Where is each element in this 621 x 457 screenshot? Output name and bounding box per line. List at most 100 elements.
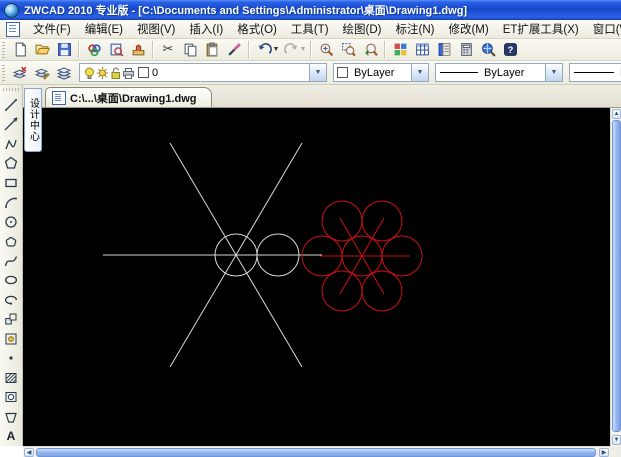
polyline-icon	[5, 139, 17, 149]
sun-thaw-icon	[96, 66, 109, 79]
help-icon: ?	[503, 43, 517, 56]
menu-view[interactable]: 视图(V)	[130, 19, 182, 39]
circle-tool-button[interactable]	[0, 212, 22, 232]
menu-modify[interactable]: 修改(M)	[441, 19, 495, 39]
zoom-realtime-button[interactable]	[315, 39, 337, 61]
toolbar-grip[interactable]	[2, 64, 5, 81]
scissors-icon: ✂	[162, 42, 174, 57]
title-bar: ZWCAD 2010 专业版 - [C:\Documents and Setti…	[0, 0, 621, 20]
line-tool-button[interactable]	[0, 95, 22, 115]
document-system-icon[interactable]	[6, 21, 20, 37]
paste-button[interactable]	[201, 39, 223, 61]
zoom-previous-button[interactable]	[359, 39, 381, 61]
ellipse-tool-button[interactable]	[0, 270, 22, 290]
document-tab[interactable]: C:\...\桌面\Drawing1.dwg	[45, 87, 212, 107]
polygon-tool-button[interactable]	[0, 153, 22, 173]
layer-combo-dropdown[interactable]: ▼	[309, 64, 326, 81]
drawing-canvas[interactable]	[23, 108, 610, 446]
copy-button[interactable]	[179, 39, 201, 61]
redo-dropdown-caret[interactable]: ▼	[299, 46, 307, 53]
scroll-right-button[interactable]: ▶	[599, 448, 609, 457]
menu-tools[interactable]: 工具(T)	[284, 19, 336, 39]
construction-line-icon	[4, 117, 18, 131]
zwcad-logo-icon[interactable]	[4, 2, 19, 18]
circle-icon	[5, 215, 17, 228]
quickcalc-button[interactable]	[455, 39, 477, 61]
toolbar-grip[interactable]	[2, 41, 5, 58]
menu-dimension[interactable]: 标注(N)	[389, 19, 442, 39]
mtext-tool-button[interactable]: A	[0, 427, 22, 447]
bulb-on-icon	[85, 67, 94, 79]
wipeout-tool-button[interactable]	[0, 407, 22, 427]
document-tab-label: C:\...\桌面\Drawing1.dwg	[70, 92, 197, 105]
toolbar-grip[interactable]	[3, 88, 19, 91]
hatch-tool-button[interactable]	[0, 368, 22, 388]
linetype-combo-dropdown[interactable]: ▼	[545, 64, 562, 81]
floppy-disk-icon	[57, 43, 71, 56]
menu-bar: 文件(F) 编辑(E) 视图(V) 插入(I) 格式(O) 工具(T) 绘图(D…	[0, 20, 621, 39]
toolbar-separator	[384, 41, 386, 58]
svg-text:?: ?	[507, 45, 513, 56]
layers-button[interactable]	[53, 62, 75, 84]
menu-insert[interactable]: 插入(I)	[182, 19, 230, 39]
menu-file[interactable]: 文件(F)	[26, 19, 78, 39]
find-button[interactable]	[477, 39, 499, 61]
preview-page-icon	[110, 43, 124, 57]
print-preview-button[interactable]	[105, 39, 127, 61]
draw-toolbar: A	[0, 85, 23, 446]
revision-cloud-tool-button[interactable]	[0, 231, 22, 251]
scroll-left-button[interactable]: ◀	[24, 448, 34, 457]
horizontal-scrollbar[interactable]: ◀ ▶	[23, 446, 610, 457]
color-combo-dropdown[interactable]: ▼	[411, 64, 428, 81]
plot-button[interactable]	[83, 39, 105, 61]
scrollbar-corner	[610, 446, 621, 457]
publish-button[interactable]	[127, 39, 149, 61]
point-tool-button[interactable]	[0, 348, 22, 368]
design-center-button[interactable]	[389, 39, 411, 61]
zoom-window-button[interactable]	[337, 39, 359, 61]
mtext-icon: A	[6, 429, 16, 444]
match-properties-button[interactable]	[223, 39, 245, 61]
properties-button[interactable]	[433, 39, 455, 61]
vertical-scrollbar[interactable]: ▲ ▼	[610, 108, 621, 446]
design-center-tab[interactable]: 设计中心	[24, 88, 42, 152]
scroll-up-button[interactable]: ▲	[612, 109, 621, 119]
arc-tool-button[interactable]	[0, 192, 22, 212]
help-button[interactable]: ?	[499, 39, 521, 61]
menu-draw[interactable]: 绘图(D)	[336, 19, 389, 39]
line-icon	[5, 98, 17, 111]
toolbar-separator	[78, 41, 80, 58]
menu-express-tools[interactable]: ET扩展工具(X)	[496, 19, 586, 39]
linetype-sample	[440, 72, 478, 73]
save-button[interactable]	[53, 39, 75, 61]
rectangle-tool-button[interactable]	[0, 173, 22, 193]
table-button[interactable]	[411, 39, 433, 61]
undo-dropdown-caret[interactable]: ▼	[272, 46, 280, 53]
new-button[interactable]	[9, 39, 31, 61]
layer-combo[interactable]: 0 ▼	[79, 63, 327, 82]
menu-format[interactable]: 格式(O)	[230, 19, 284, 39]
region-icon	[5, 392, 17, 403]
cut-button[interactable]: ✂	[157, 39, 179, 61]
make-block-tool-button[interactable]	[0, 329, 22, 349]
menu-window[interactable]: 窗口(W)	[586, 19, 621, 39]
horizontal-scroll-thumb[interactable]	[36, 448, 596, 457]
insert-block-tool-button[interactable]	[0, 309, 22, 329]
layer-properties-button[interactable]	[9, 62, 31, 84]
polyline-tool-button[interactable]	[0, 134, 22, 154]
open-button[interactable]	[31, 39, 53, 61]
layer-states-button[interactable]	[31, 62, 53, 84]
color-combo[interactable]: ByLayer ▼	[333, 63, 429, 82]
linetype-combo[interactable]: ByLayer ▼	[435, 63, 563, 82]
layer-states-icon	[34, 68, 50, 80]
point-icon	[9, 356, 13, 360]
ellipse-arc-tool-button[interactable]	[0, 290, 22, 310]
spline-tool-button[interactable]	[0, 251, 22, 271]
construction-line-tool-button[interactable]	[0, 114, 22, 134]
vertical-scroll-thumb[interactable]	[612, 120, 621, 432]
current-color-swatch	[337, 67, 348, 78]
region-tool-button[interactable]	[0, 388, 22, 408]
scroll-down-button[interactable]: ▼	[612, 435, 621, 445]
lineweight-combo[interactable]: ByLayer	[569, 63, 621, 82]
menu-edit[interactable]: 编辑(E)	[78, 19, 130, 39]
